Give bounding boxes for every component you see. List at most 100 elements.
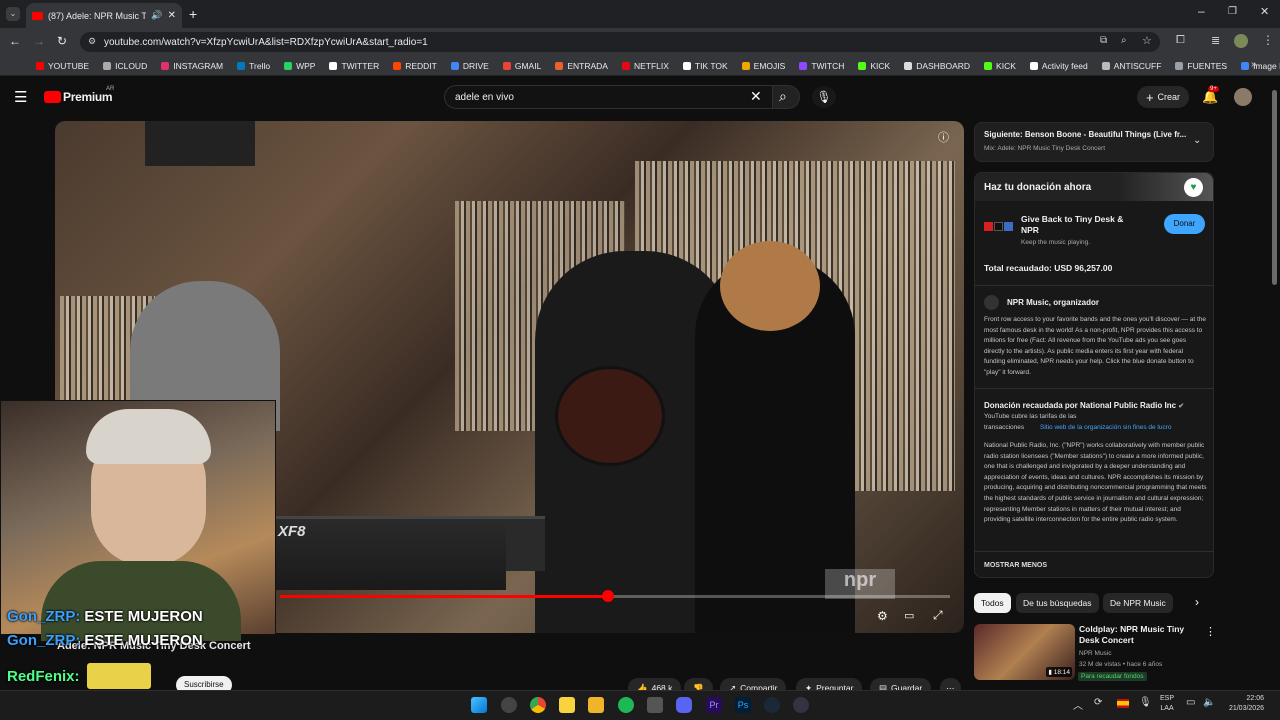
search-button[interactable]: ⌕ [772, 85, 800, 109]
minimize-icon[interactable]: – [1198, 4, 1205, 18]
profile-avatar-icon[interactable] [1234, 34, 1248, 48]
bookmark-item[interactable]: TIK TOK [682, 61, 728, 71]
filter-chip[interactable]: De NPR Music [1103, 593, 1173, 613]
chips-next-icon[interactable]: › [1195, 595, 1199, 609]
bookmark-item[interactable]: Trello [237, 61, 270, 71]
keyboard-language-indicator[interactable]: ESP LAA [1160, 694, 1174, 714]
voice-search-icon[interactable]: 🎙 [812, 86, 836, 108]
bookmark-favicon-icon [799, 61, 808, 70]
bookmark-item[interactable]: ICLOUD [103, 61, 147, 71]
photoshop-icon[interactable]: Ps [735, 697, 751, 713]
premiere-icon[interactable]: Pr [706, 697, 722, 713]
bookmark-item[interactable]: EMOJIS [741, 61, 785, 71]
video-info-icon[interactable]: ⓘ [938, 129, 949, 145]
tray-chevron-icon[interactable]: ︿ [1073, 697, 1083, 712]
next-up-panel[interactable]: Siguiente: Benson Boone - Beautiful Thin… [974, 122, 1214, 162]
zoom-icon[interactable]: ⌕ [1121, 35, 1127, 46]
youtube-favicon-icon [32, 11, 43, 20]
bookmark-item[interactable]: ANTISCUFF [1101, 61, 1161, 71]
steam-icon[interactable] [764, 697, 780, 713]
bookmark-item[interactable]: KICK [858, 61, 890, 71]
organizer-description: Front row access to your favorite bands … [984, 316, 1206, 376]
chrome-icon[interactable] [530, 697, 546, 713]
bookmark-item[interactable]: DASHBOARD [904, 61, 970, 71]
media-controls-icon[interactable]: ≣ [1211, 34, 1220, 47]
divider [975, 285, 1213, 286]
chevron-down-icon[interactable]: ⌄ [1193, 135, 1201, 146]
address-bar[interactable]: ⚙ youtube.com/watch?v=XfzpYcwiUrA&list=R… [80, 32, 1160, 52]
site-info-icon[interactable]: ⚙ [88, 36, 96, 47]
volume-icon[interactable]: 🔈 [1203, 697, 1215, 708]
verified-check-icon: ✔ [1178, 403, 1185, 410]
bookmark-item[interactable]: GMAIL [502, 61, 541, 71]
windows-start-icon[interactable] [471, 697, 487, 713]
filter-chip[interactable]: De tus búsquedas [1016, 593, 1099, 613]
url-text: youtube.com/watch?v=XfzpYcwiUrA&list=RDX… [104, 36, 428, 48]
bookmarks-more-icon[interactable]: » [1251, 59, 1257, 70]
settings-icon[interactable]: ⚙ [877, 609, 888, 623]
bookmark-item[interactable]: WPP [284, 61, 315, 71]
bookmark-favicon-icon [555, 61, 564, 70]
close-window-icon[interactable]: ✕ [1260, 5, 1269, 18]
hamburger-menu-icon[interactable]: ☰ [14, 88, 27, 106]
sticky-notes-icon[interactable] [559, 697, 575, 713]
bookmark-item[interactable]: Activity feed [1029, 61, 1088, 71]
create-button[interactable]: + Crear [1137, 86, 1189, 108]
file-explorer-icon[interactable] [588, 697, 604, 713]
recommended-channel[interactable]: NPR Music [1079, 650, 1112, 657]
clock[interactable]: 22:06 21/03/2026 [1222, 694, 1264, 714]
more-vertical-icon[interactable]: ⋮ [1205, 625, 1216, 638]
bookmark-favicon-icon [1029, 61, 1038, 70]
miniplayer-icon[interactable]: ▭ [904, 609, 914, 622]
taskbar-app-icon[interactable] [647, 697, 663, 713]
bookmark-item[interactable]: FUENTES [1175, 61, 1227, 71]
bookmark-item[interactable]: YOUTUBE [36, 61, 89, 71]
taskbar-app-icon[interactable] [793, 697, 809, 713]
page-scrollbar[interactable] [1272, 90, 1277, 285]
browser-tab-active[interactable]: (87) Adele: NPR Music Tiny 🔊 ✕ [26, 3, 182, 28]
network-icon[interactable]: ▭ [1186, 697, 1195, 708]
show-less-button[interactable]: MOSTRAR MENOS [984, 562, 1047, 569]
filter-chip[interactable]: Todos [974, 593, 1011, 613]
tray-microphone-icon[interactable]: 🎙 [1139, 697, 1152, 708]
account-avatar[interactable] [1234, 88, 1252, 106]
tab-search-icon[interactable]: ⌄ [6, 7, 20, 21]
reload-icon[interactable]: ↻ [57, 34, 67, 48]
bookmark-item[interactable]: Image Resizer | Resi... [1241, 61, 1280, 71]
fullscreen-icon[interactable]: ⤢ [933, 608, 943, 623]
tab-audio-icon[interactable]: 🔊 [151, 10, 162, 21]
extensions-icon[interactable]: ⧠ [1176, 34, 1185, 47]
discord-icon[interactable] [676, 697, 692, 713]
youtube-premium-logo[interactable]: Premium [63, 90, 113, 104]
bookmark-item[interactable]: ENTRADA [555, 61, 608, 71]
search-input[interactable]: adele en vivo ✕ [444, 85, 774, 109]
browser-menu-icon[interactable]: ⋮ [1262, 33, 1274, 47]
tab-close-icon[interactable]: ✕ [168, 10, 176, 21]
bookmark-item[interactable]: TWITCH [799, 61, 844, 71]
donate-button[interactable]: Donar [1164, 214, 1205, 234]
forward-icon[interactable]: → [33, 34, 45, 48]
recommended-video[interactable]: ▮ 18:14 Coldplay: NPR Music Tiny Desk Co… [974, 624, 1216, 684]
bookmark-label: Image Resizer | Resi... [1253, 60, 1280, 71]
streamer-webcam [0, 400, 276, 641]
tray-app-icon[interactable]: ⟳ [1094, 697, 1102, 708]
bookmark-item[interactable]: NETFLIX [621, 61, 669, 71]
bookmark-item[interactable]: INSTAGRAM [161, 61, 223, 71]
windows-taskbar [0, 690, 1280, 720]
bookmark-item[interactable]: TWITTER [329, 61, 379, 71]
new-tab-icon[interactable]: + [189, 6, 197, 22]
bookmark-item[interactable]: DRIVE [450, 61, 489, 71]
install-app-icon[interactable]: ⧉ [1100, 35, 1107, 46]
bookmark-item[interactable]: REDDIT [393, 61, 437, 71]
youtube-logo-icon[interactable] [44, 91, 61, 103]
recommended-thumbnail[interactable]: ▮ 18:14 [974, 624, 1075, 680]
bookmark-item[interactable]: KICK [984, 61, 1016, 71]
back-icon[interactable]: ← [9, 34, 21, 48]
nonprofit-website-link[interactable]: Sitio web de la organización sin fines d… [1040, 423, 1172, 434]
bookmark-star-icon[interactable]: ☆ [1142, 34, 1152, 47]
maximize-icon[interactable]: ❐ [1228, 6, 1237, 17]
organizer-name[interactable]: NPR Music, organizador [1007, 298, 1099, 307]
taskbar-app-icon[interactable] [501, 697, 517, 713]
clear-search-icon[interactable]: ✕ [750, 88, 762, 105]
spotify-icon[interactable] [618, 697, 634, 713]
